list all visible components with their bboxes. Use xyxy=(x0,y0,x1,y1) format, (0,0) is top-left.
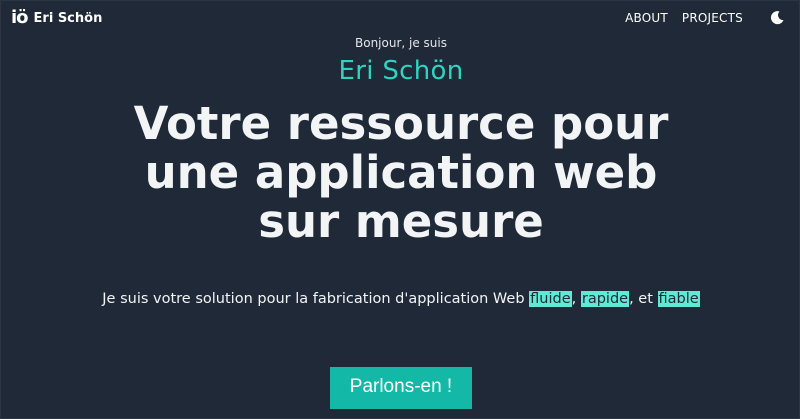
nav-link-projects[interactable]: PROJECTS xyxy=(682,11,743,25)
nav-link-about[interactable]: ABOUT xyxy=(625,11,668,25)
moon-icon[interactable] xyxy=(769,10,785,26)
highlight-fluide: fluide xyxy=(529,291,572,307)
brand-name: Eri Schön xyxy=(33,10,103,26)
page: iö Eri Schön ABOUT PROJECTS Bonjour, je … xyxy=(0,0,800,419)
hero-tagline: Je suis votre solution pour la fabricati… xyxy=(1,291,800,307)
logo-icon: iö xyxy=(11,7,29,28)
brand-link[interactable]: iö Eri Schön xyxy=(11,9,102,27)
tagline-separator: , et xyxy=(629,291,658,307)
hero-name: Eri Schön xyxy=(338,56,464,86)
contact-button[interactable]: Parlons-en ! xyxy=(329,367,473,409)
tagline-separator: , xyxy=(571,291,581,307)
hero-section: Bonjour, je suis Eri Schön Votre ressour… xyxy=(1,35,800,409)
nav-links: ABOUT PROJECTS xyxy=(625,10,791,26)
greeting-text: Bonjour, je suis xyxy=(355,36,447,50)
highlight-fiable: fiable xyxy=(657,291,700,307)
tagline-text: Je suis votre solution pour la fabricati… xyxy=(102,291,530,307)
top-navbar: iö Eri Schön ABOUT PROJECTS xyxy=(1,1,800,35)
highlight-rapide: rapide xyxy=(580,291,630,307)
hero-headline: Votre ressource pour une application web… xyxy=(133,97,669,248)
